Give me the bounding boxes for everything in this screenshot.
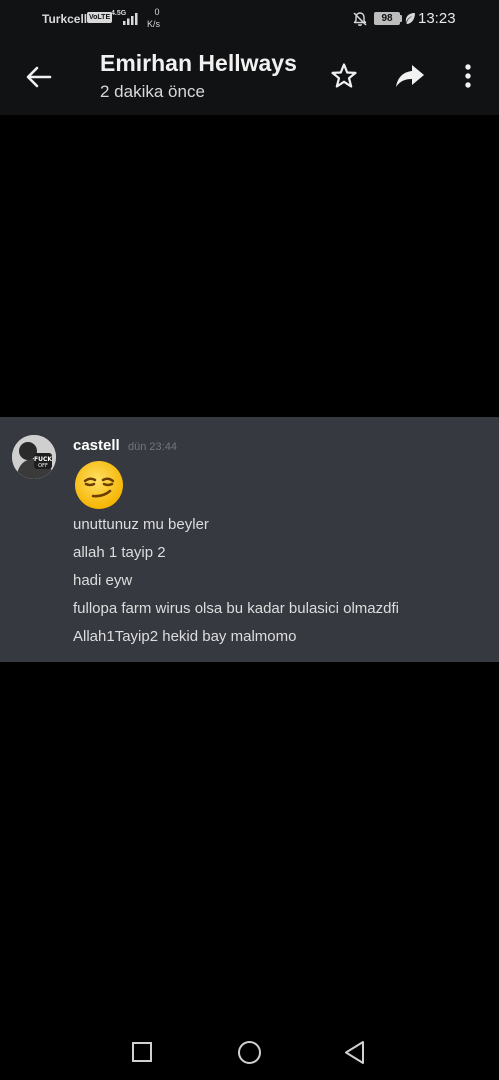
smirking-face-icon xyxy=(75,461,123,509)
share-icon[interactable] xyxy=(395,62,425,90)
battery-tip xyxy=(400,15,402,22)
message-line: unuttunuz mu beyler xyxy=(73,516,209,533)
more-vert-icon[interactable] xyxy=(458,62,478,90)
status-bar: Turkcell VoLTE 4.5G 0 K/s 98 13:23 xyxy=(0,0,499,38)
star-icon[interactable] xyxy=(330,62,358,90)
message-line: Allah1Tayip2 hekid bay malmomo xyxy=(73,628,297,645)
network-speed-value: 0 xyxy=(154,7,160,17)
app-bar: Emirhan Hellways 2 dakika önce xyxy=(0,38,499,115)
avatar-image-icon: FUCK OFF xyxy=(12,435,56,479)
notifications-off-icon xyxy=(353,12,367,26)
svg-text:OFF: OFF xyxy=(38,463,48,469)
clock: 13:23 xyxy=(418,10,456,27)
battery-saver-leaf-icon xyxy=(405,13,415,24)
page-subtitle: 2 dakika önce xyxy=(100,82,205,101)
arrow-left-icon[interactable] xyxy=(24,62,54,92)
message-username: castell xyxy=(73,437,120,454)
svg-text:FUCK: FUCK xyxy=(34,456,52,463)
network-speed-unit: K/s xyxy=(147,19,161,29)
home-icon[interactable] xyxy=(237,1040,262,1065)
message-line: allah 1 tayip 2 xyxy=(73,544,166,561)
recent-apps-icon[interactable] xyxy=(131,1041,153,1063)
volte-badge: VoLTE xyxy=(87,12,113,23)
page-title: Emirhan Hellways xyxy=(100,50,297,76)
battery-level: 98 xyxy=(374,12,400,25)
user-avatar: FUCK OFF xyxy=(12,435,56,479)
carrier-name: Turkcell xyxy=(42,12,88,26)
screen: Turkcell VoLTE 4.5G 0 K/s 98 13:23 Emirh… xyxy=(0,0,499,1080)
shared-image[interactable]: FUCK OFF castell dün 23:44 unuttunuz mu … xyxy=(0,417,499,662)
message-line: fullopa farm wirus olsa bu kadar bulasic… xyxy=(73,600,399,617)
message-timestamp: dün 23:44 xyxy=(128,441,177,453)
back-triangle-icon[interactable] xyxy=(343,1040,366,1065)
system-nav-bar xyxy=(0,1020,499,1080)
message-line: hadi eyw xyxy=(73,572,133,589)
signal-strength-icon xyxy=(123,13,138,25)
